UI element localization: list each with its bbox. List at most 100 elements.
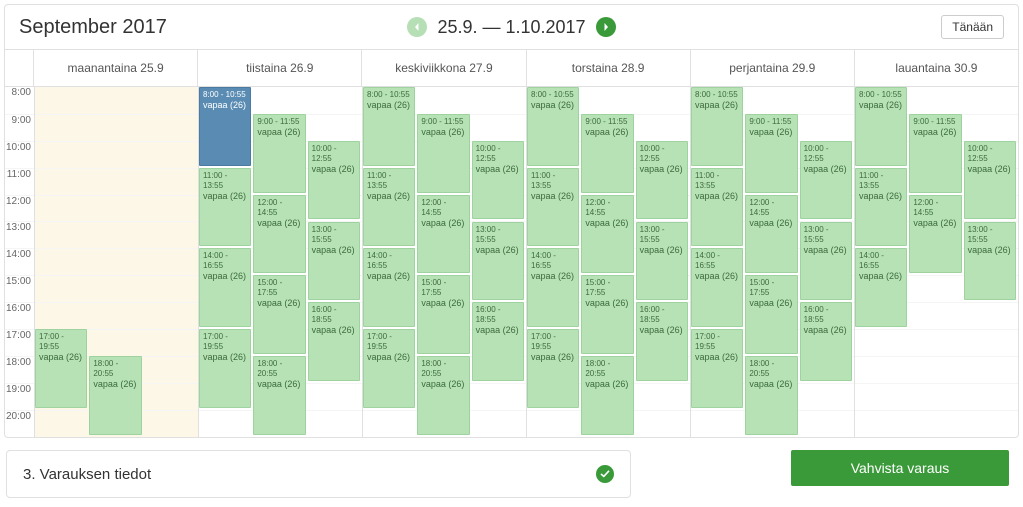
event-label: vapaa (26) (203, 271, 247, 281)
next-week-button[interactable] (596, 17, 616, 37)
calendar-body: 8:009:0010:0011:0012:0013:0014:0015:0016… (5, 87, 1018, 437)
check-icon (596, 465, 614, 483)
event-label: vapaa (26) (312, 245, 356, 255)
event-time: 16:00 - 18:55 (640, 305, 684, 325)
calendar-event[interactable]: 11:00 - 13:55vapaa (26) (363, 168, 415, 247)
event-time: 8:00 - 10:55 (203, 90, 247, 100)
event-time: 10:00 - 12:55 (804, 144, 848, 164)
calendar-event[interactable]: 11:00 - 13:55vapaa (26) (855, 168, 907, 247)
calendar-event[interactable]: 10:00 - 12:55vapaa (26) (308, 141, 360, 220)
calendar-event[interactable]: 8:00 - 10:55vapaa (26) (527, 87, 579, 166)
day-column: 8:00 - 10:55vapaa (26)9:00 - 11:55vapaa … (690, 87, 854, 437)
calendar-event[interactable]: 18:00 - 20:55vapaa (26) (89, 356, 141, 435)
calendar-event[interactable]: 15:00 - 17:55vapaa (26) (745, 275, 797, 354)
event-time: 11:00 - 13:55 (859, 171, 903, 191)
event-label: vapaa (26) (257, 298, 301, 308)
calendar-event[interactable]: 16:00 - 18:55vapaa (26) (472, 302, 524, 381)
time-column: 8:009:0010:0011:0012:0013:0014:0015:0016… (5, 87, 34, 437)
calendar-event[interactable]: 13:00 - 15:55vapaa (26) (472, 222, 524, 301)
booking-details-section[interactable]: 3. Varauksen tiedot (6, 450, 631, 498)
event-label: vapaa (26) (585, 218, 629, 228)
calendar-event[interactable]: 8:00 - 10:55vapaa (26) (363, 87, 415, 166)
calendar-event[interactable]: 9:00 - 11:55vapaa (26) (581, 114, 633, 193)
event-label: vapaa (26) (367, 271, 411, 281)
event-label: vapaa (26) (968, 245, 1012, 255)
calendar-event[interactable]: 17:00 - 19:55vapaa (26) (199, 329, 251, 408)
calendar-event[interactable]: 11:00 - 13:55vapaa (26) (691, 168, 743, 247)
calendar-event[interactable]: 11:00 - 13:55vapaa (26) (199, 168, 251, 247)
event-time: 14:00 - 16:55 (367, 251, 411, 271)
calendar-event[interactable]: 10:00 - 12:55vapaa (26) (636, 141, 688, 220)
confirm-button[interactable]: Vahvista varaus (791, 450, 1009, 486)
time-label: 19:00 (5, 383, 34, 410)
event-label: vapaa (26) (640, 325, 684, 335)
calendar-event[interactable]: 13:00 - 15:55vapaa (26) (308, 222, 360, 301)
calendar-event[interactable]: 14:00 - 16:55vapaa (26) (855, 248, 907, 327)
calendar-event[interactable]: 16:00 - 18:55vapaa (26) (308, 302, 360, 381)
calendar-event[interactable]: 12:00 - 14:55vapaa (26) (745, 195, 797, 274)
event-label: vapaa (26) (859, 191, 903, 201)
time-label: 14:00 (5, 248, 34, 275)
calendar-event[interactable]: 18:00 - 20:55vapaa (26) (581, 356, 633, 435)
date-range-text: 25.9. — 1.10.2017 (437, 17, 585, 38)
calendar-event[interactable]: 9:00 - 11:55vapaa (26) (253, 114, 305, 193)
event-time: 18:00 - 20:55 (749, 359, 793, 379)
time-label: 15:00 (5, 275, 34, 302)
event-label: vapaa (26) (695, 271, 739, 281)
calendar-event[interactable]: 12:00 - 14:55vapaa (26) (253, 195, 305, 274)
calendar-event[interactable]: 15:00 - 17:55vapaa (26) (581, 275, 633, 354)
calendar-event[interactable]: 8:00 - 10:55vapaa (26) (855, 87, 907, 166)
event-label: vapaa (26) (367, 191, 411, 201)
event-label: vapaa (26) (695, 191, 739, 201)
calendar-event[interactable]: 14:00 - 16:55vapaa (26) (691, 248, 743, 327)
calendar-event[interactable]: 12:00 - 14:55vapaa (26) (417, 195, 469, 274)
calendar-event[interactable]: 10:00 - 12:55vapaa (26) (472, 141, 524, 220)
calendar-event[interactable]: 17:00 - 19:55vapaa (26) (691, 329, 743, 408)
calendar-event[interactable]: 9:00 - 11:55vapaa (26) (745, 114, 797, 193)
calendar-event[interactable]: 8:00 - 10:55vapaa (26) (199, 87, 251, 166)
calendar-event[interactable]: 18:00 - 20:55vapaa (26) (417, 356, 469, 435)
calendar-event[interactable]: 9:00 - 11:55vapaa (26) (417, 114, 469, 193)
month-title: September 2017 (19, 16, 167, 39)
calendar-event[interactable]: 14:00 - 16:55vapaa (26) (527, 248, 579, 327)
calendar-event[interactable]: 13:00 - 15:55vapaa (26) (636, 222, 688, 301)
calendar-event[interactable]: 17:00 - 19:55vapaa (26) (527, 329, 579, 408)
calendar-event[interactable]: 15:00 - 17:55vapaa (26) (417, 275, 469, 354)
event-label: vapaa (26) (312, 164, 356, 174)
event-label: vapaa (26) (968, 164, 1012, 174)
calendar-event[interactable]: 12:00 - 14:55vapaa (26) (909, 195, 961, 274)
chevron-right-icon (601, 22, 611, 32)
calendar-event[interactable]: 11:00 - 13:55vapaa (26) (527, 168, 579, 247)
event-label: vapaa (26) (203, 191, 247, 201)
event-label: vapaa (26) (203, 100, 247, 110)
event-label: vapaa (26) (640, 245, 684, 255)
calendar-event[interactable]: 18:00 - 20:55vapaa (26) (253, 356, 305, 435)
section-title: 3. Varauksen tiedot (23, 466, 151, 483)
calendar-event[interactable]: 8:00 - 10:55vapaa (26) (691, 87, 743, 166)
calendar-event[interactable]: 15:00 - 17:55vapaa (26) (253, 275, 305, 354)
event-time: 14:00 - 16:55 (531, 251, 575, 271)
event-label: vapaa (26) (913, 218, 957, 228)
calendar-event[interactable]: 14:00 - 16:55vapaa (26) (363, 248, 415, 327)
calendar-event[interactable]: 18:00 - 20:55vapaa (26) (745, 356, 797, 435)
event-time: 16:00 - 18:55 (312, 305, 356, 325)
today-button[interactable]: Tänään (941, 15, 1004, 39)
calendar-event[interactable]: 16:00 - 18:55vapaa (26) (800, 302, 852, 381)
calendar-event[interactable]: 14:00 - 16:55vapaa (26) (199, 248, 251, 327)
calendar-event[interactable]: 17:00 - 19:55vapaa (26) (35, 329, 87, 408)
day-header: perjantaina 29.9 (691, 50, 855, 86)
calendar-event[interactable]: 16:00 - 18:55vapaa (26) (636, 302, 688, 381)
day-columns: 17:00 - 19:55vapaa (26)18:00 - 20:55vapa… (34, 87, 1018, 437)
calendar-event[interactable]: 17:00 - 19:55vapaa (26) (363, 329, 415, 408)
event-time: 14:00 - 16:55 (203, 251, 247, 271)
calendar-event[interactable]: 12:00 - 14:55vapaa (26) (581, 195, 633, 274)
calendar-event[interactable]: 10:00 - 12:55vapaa (26) (964, 141, 1016, 220)
calendar-event[interactable]: 10:00 - 12:55vapaa (26) (800, 141, 852, 220)
calendar-event[interactable]: 9:00 - 11:55vapaa (26) (909, 114, 961, 193)
event-time: 17:00 - 19:55 (531, 332, 575, 352)
event-time: 12:00 - 14:55 (257, 198, 301, 218)
calendar-event[interactable]: 13:00 - 15:55vapaa (26) (964, 222, 1016, 301)
calendar-event[interactable]: 13:00 - 15:55vapaa (26) (800, 222, 852, 301)
event-label: vapaa (26) (476, 325, 520, 335)
prev-week-button[interactable] (407, 17, 427, 37)
